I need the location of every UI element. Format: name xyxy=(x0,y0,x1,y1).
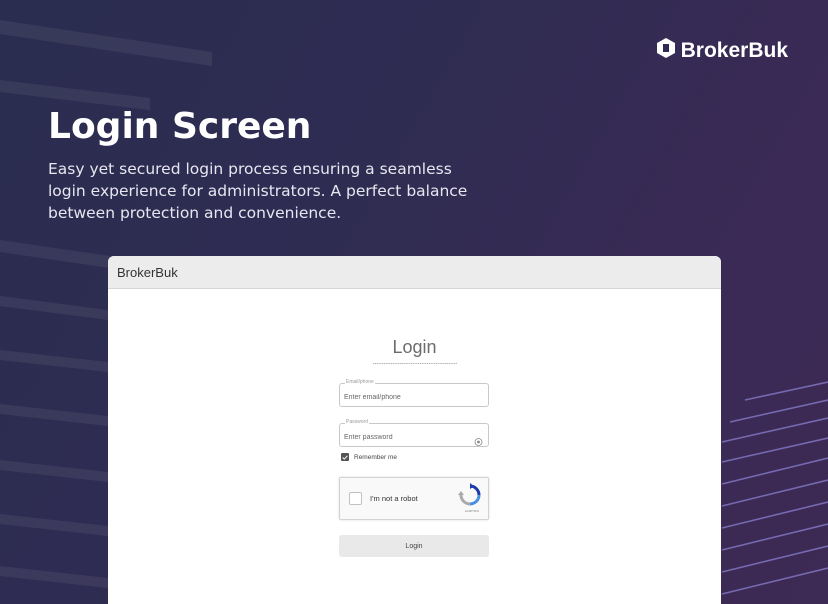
password-input[interactable] xyxy=(344,427,469,448)
recaptcha-label: I'm not a robot xyxy=(370,494,418,503)
email-field[interactable]: Email/phone xyxy=(339,379,489,408)
brokerbuk-logo-icon xyxy=(656,38,675,64)
recaptcha-checkbox[interactable] xyxy=(349,492,362,505)
hero-description: Easy yet secured login process ensuring … xyxy=(48,160,468,222)
recaptcha-privacy: reCAPTCHA xyxy=(464,510,479,513)
remember-me-checkbox[interactable] xyxy=(341,453,349,461)
app-window: BrokerBuk Login Email/phone Password xyxy=(108,256,721,604)
remember-me-label: Remember me xyxy=(354,453,397,461)
recaptcha-widget: I'm not a robot reCAPTCHA xyxy=(339,477,489,520)
password-field[interactable]: Password xyxy=(339,419,489,450)
window-title: BrokerBuk xyxy=(117,264,178,280)
window-title-bar: BrokerBuk xyxy=(108,256,721,289)
brand-logo: BrokerBuk xyxy=(656,38,788,64)
email-input[interactable] xyxy=(344,387,469,408)
email-field-label: Email/phone xyxy=(345,379,375,385)
brand-name: BrokerBuk xyxy=(680,39,788,62)
login-button[interactable]: Login xyxy=(339,535,489,557)
hero-title: Login Screen xyxy=(48,106,312,147)
eye-icon[interactable] xyxy=(474,431,483,450)
password-field-label: Password xyxy=(345,419,369,425)
form-subtitle-squiggle xyxy=(339,362,490,366)
remember-me[interactable]: Remember me xyxy=(341,453,397,461)
recaptcha-icon xyxy=(458,483,482,511)
form-title: Login xyxy=(392,337,437,357)
